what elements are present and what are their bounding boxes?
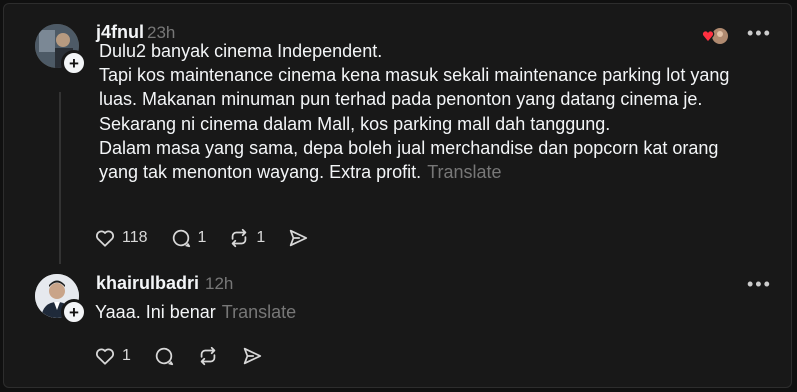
heart-icon	[95, 348, 115, 365]
reply-username[interactable]: khairulbadri	[96, 273, 199, 294]
thread-line	[59, 92, 61, 264]
post-body: Dulu2 banyak cinema Independent. Tapi ko…	[99, 39, 779, 184]
send-icon	[290, 229, 308, 247]
share-button[interactable]	[241, 345, 263, 367]
thread-card: + j4fnul 23h ••• Dulu2 banyak cinema Ind…	[3, 3, 792, 388]
heart-icon	[95, 230, 115, 247]
reply-button[interactable]	[153, 345, 175, 367]
repost-icon	[232, 228, 247, 248]
reply-more-options-icon[interactable]: •••	[747, 274, 772, 295]
share-button[interactable]	[287, 227, 309, 249]
comment-icon	[155, 347, 174, 366]
post-line: Tapi kos maintenance cinema kena masuk s…	[99, 65, 730, 86]
reply-actions: 1	[94, 345, 285, 367]
follow-plus-icon[interactable]: +	[61, 50, 87, 76]
post-actions: 118 1 1	[94, 227, 331, 249]
reply-button[interactable]: 1	[170, 227, 207, 249]
reply-body: Yaaa. Ini benar Translate	[95, 302, 296, 323]
like-button[interactable]: 118	[94, 227, 148, 249]
comment-icon	[172, 229, 190, 248]
post-line-last: yang tak menonton wayang. Extra profit. T…	[99, 160, 779, 184]
post-line: Dulu2 banyak cinema Independent.	[99, 41, 383, 61]
reply-text: Yaaa. Ini benar	[95, 302, 216, 322]
reply-count: 1	[197, 229, 207, 246]
repost-button[interactable]	[197, 345, 219, 367]
post-line: luas. Makanan minuman pun terhad pada pe…	[99, 89, 703, 110]
post-line: Dalam masa yang sama, depa boleh jual me…	[99, 137, 719, 158]
follow-plus-icon[interactable]: +	[61, 299, 87, 325]
post-line: yang tak menonton wayang. Extra profit.	[99, 162, 422, 183]
post-line: Sekarang ni cinema dalam Mall, kos parki…	[99, 113, 611, 134]
repost-count: 1	[256, 229, 266, 246]
send-icon	[243, 347, 262, 365]
translate-link[interactable]: Translate	[222, 302, 296, 322]
reply-time[interactable]: 12h	[205, 274, 233, 294]
like-button[interactable]: 1	[94, 345, 131, 367]
like-count: 118	[122, 229, 148, 246]
repost-icon	[200, 346, 216, 366]
translate-link[interactable]: Translate	[427, 162, 501, 182]
repost-button[interactable]: 1	[228, 227, 265, 249]
like-count: 1	[122, 347, 131, 364]
